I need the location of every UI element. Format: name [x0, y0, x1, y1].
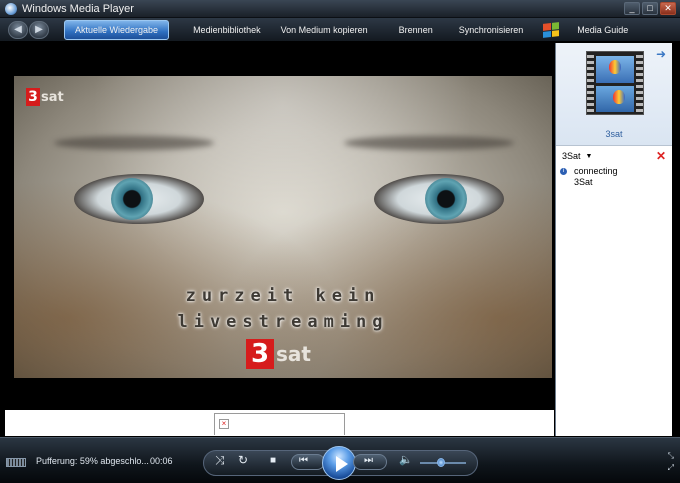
- broken-image-icon: ×: [219, 419, 229, 429]
- window-buttons: _ □ ✕: [624, 2, 676, 15]
- play-button[interactable]: [322, 446, 356, 480]
- tab-library[interactable]: Medienbibliothek: [183, 20, 271, 40]
- playlist-name[interactable]: 3Sat: [562, 151, 581, 161]
- tab-burn[interactable]: Brennen: [389, 20, 443, 40]
- minimize-button[interactable]: _: [624, 2, 640, 15]
- entry-status: connecting: [574, 166, 618, 176]
- elapsed-time: 00:06: [150, 456, 173, 466]
- volume-icon[interactable]: 🔈: [399, 453, 413, 466]
- tab-now-playing[interactable]: Aktuelle Wiedergabe: [64, 19, 170, 40]
- nav-arrows: ◀ ▶: [8, 20, 50, 39]
- album-art-area: ➜ 3sat: [556, 43, 672, 145]
- video-area[interactable]: 3 sat zurzeit kein livestreaming 3 sat: [5, 43, 554, 409]
- tab-sync[interactable]: Synchronisieren: [449, 20, 534, 40]
- thumbnail-label[interactable]: 3sat: [556, 129, 672, 139]
- album-art-thumbnail[interactable]: [586, 51, 644, 115]
- window-title: Windows Media Player: [22, 2, 134, 15]
- repeat-icon[interactable]: ↻: [238, 453, 248, 467]
- forward-button[interactable]: ▶: [29, 20, 49, 39]
- buffer-meter-icon: [6, 458, 26, 467]
- balloon-icon: [613, 90, 625, 104]
- windows-logo-icon: [543, 21, 560, 38]
- list-item[interactable]: i connecting 3Sat: [556, 166, 672, 188]
- balloon-icon: [609, 60, 621, 74]
- play-icon: [336, 456, 348, 472]
- title-bar: Windows Media Player _ □ ✕: [0, 0, 680, 18]
- playlist-header[interactable]: 3Sat ▼ ✕: [556, 146, 672, 166]
- overlay-line-1: zurzeit kein: [185, 286, 381, 306]
- compact-mode-icon[interactable]: ⤡: [668, 450, 674, 462]
- close-icon[interactable]: ✕: [656, 149, 666, 163]
- right-brow: [344, 136, 514, 150]
- shuffle-icon[interactable]: ⤨: [215, 453, 225, 468]
- info-icon: i: [560, 168, 567, 175]
- previous-button[interactable]: ⏮: [299, 455, 308, 466]
- maximize-button[interactable]: □: [642, 2, 658, 15]
- channel-logo-corner: 3 sat: [26, 88, 64, 106]
- close-button[interactable]: ✕: [660, 2, 676, 15]
- list-pane: ➜ 3sat 3Sat ▼ ✕ i connecting 3Sat: [555, 43, 672, 436]
- arrow-right-icon[interactable]: ➜: [656, 47, 666, 61]
- tab-rip[interactable]: Von Medium kopieren: [271, 20, 378, 40]
- overlay-line-2: livestreaming: [177, 312, 389, 332]
- next-button[interactable]: ⏭: [364, 455, 373, 466]
- corner-controls: ⤡ ⤢: [668, 450, 674, 474]
- channel-logo-center: 3 sat: [246, 339, 311, 369]
- info-strip: ×: [5, 410, 554, 436]
- video-texture: [14, 76, 552, 378]
- stop-button[interactable]: ■: [270, 455, 276, 466]
- control-bar: Pufferung: 59% abgeschlo... 00:06 ⤨ ↻ ■ …: [0, 437, 680, 483]
- entry-name: 3Sat: [574, 177, 593, 187]
- fullscreen-icon[interactable]: ⤢: [668, 462, 674, 474]
- status-text: Pufferung: 59% abgeschlo...: [36, 456, 149, 466]
- tab-media-guide[interactable]: Media Guide: [567, 20, 638, 40]
- prev-button-frame: [291, 454, 325, 470]
- app-icon: [5, 2, 17, 15]
- chevron-down-icon[interactable]: ▼: [586, 153, 593, 160]
- ad-banner[interactable]: ×: [214, 413, 345, 435]
- left-brow: [54, 136, 214, 150]
- video-frame[interactable]: 3 sat zurzeit kein livestreaming 3 sat: [14, 76, 552, 378]
- nav-bar: ◀ ▶ Aktuelle Wiedergabe Medienbibliothek…: [0, 18, 680, 42]
- back-button[interactable]: ◀: [8, 20, 28, 39]
- left-eye: [74, 174, 204, 224]
- right-eye: [374, 174, 504, 224]
- volume-knob[interactable]: [436, 458, 445, 467]
